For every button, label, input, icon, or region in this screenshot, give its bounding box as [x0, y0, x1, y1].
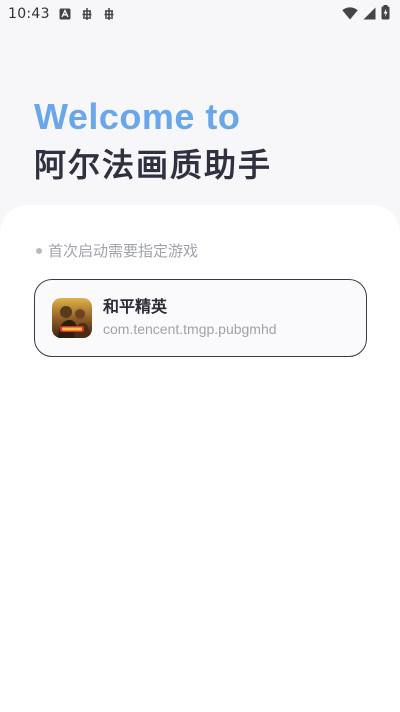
bullet-dot: [36, 247, 42, 254]
game-text: 和平精英 com.tencent.tmgp.pubgmhd: [103, 297, 277, 339]
wifi-icon: [342, 5, 358, 24]
bug-icon: [80, 7, 94, 21]
game-app-icon: [52, 298, 92, 338]
bug-icon: [102, 7, 116, 21]
hint-text: 首次启动需要指定游戏: [48, 242, 199, 260]
screen: 10:43 Welcome to 阿尔法画质助手 首次启动需要指定游戏 和平精英…: [0, 0, 400, 712]
setup-hint: 首次启动需要指定游戏: [36, 240, 198, 261]
game-name: 和平精英: [103, 297, 168, 316]
signal-icon: [363, 5, 376, 24]
status-right: [342, 4, 390, 24]
battery-charging-icon: [381, 4, 390, 24]
app-title: 阿尔法画质助手: [34, 146, 273, 184]
status-bar: 10:43: [0, 0, 400, 28]
game-package: com.tencent.tmgp.pubgmhd: [103, 321, 277, 337]
status-time: 10:43: [8, 6, 50, 22]
status-left: 10:43: [8, 6, 116, 22]
game-card[interactable]: 和平精英 com.tencent.tmgp.pubgmhd: [34, 279, 367, 357]
font-a-icon: [58, 7, 72, 21]
welcome-text: Welcome to: [34, 96, 241, 137]
